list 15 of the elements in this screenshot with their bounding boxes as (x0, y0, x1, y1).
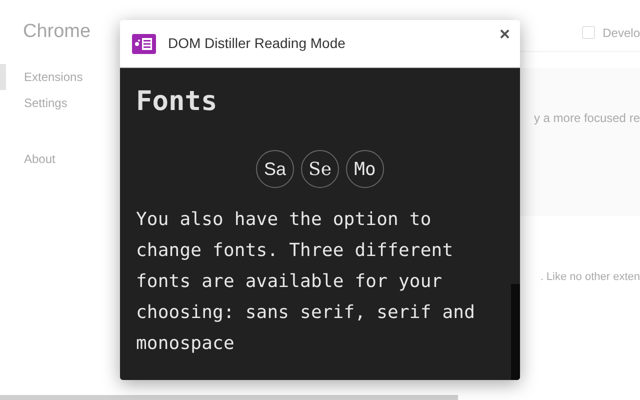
reader-icon (132, 34, 156, 54)
close-button[interactable]: × (497, 24, 512, 44)
developer-mode-checkbox[interactable] (582, 26, 595, 39)
font-button[interactable]: Sa (256, 150, 294, 188)
body-text: You also have the option to change fonts. Three different fonts are available for your choosing: sans serif, serif and monospace (136, 208, 476, 356)
brand-title: Chrome (22, 20, 92, 44)
scrollbar[interactable] (0, 395, 458, 400)
heading: Fonts (136, 86, 218, 118)
description-text: y a more focused re (534, 110, 640, 127)
description-text: . Like no other exten (540, 270, 640, 285)
font-button[interactable]: Se (301, 150, 339, 188)
scrollbar[interactable] (511, 284, 520, 380)
popup-title: DOM Distiller Reading Mode (168, 34, 346, 53)
font-button[interactable]: Mo (346, 150, 384, 188)
developer-mode-label: Develo (602, 24, 640, 42)
